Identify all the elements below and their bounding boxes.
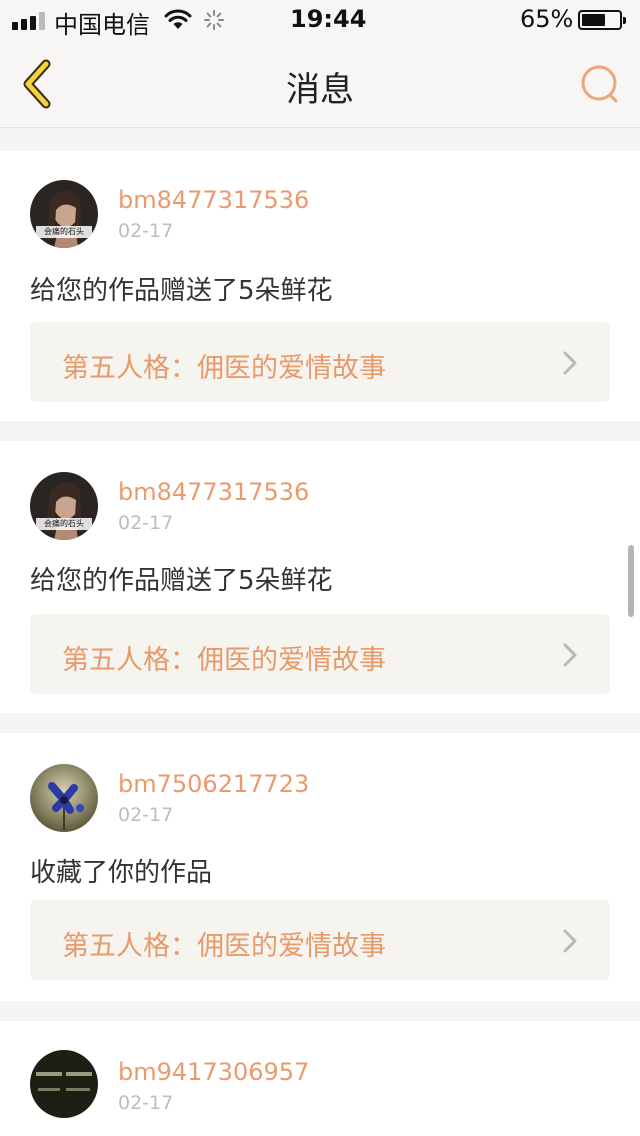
message-card: 会痛的石头 bm8477317536 02-17 给您的作品赠送了5朵鲜花 第五… (0, 441, 640, 713)
chevron-right-icon (563, 351, 577, 375)
nav-bar: 消息 (0, 40, 640, 128)
loading-spinner-icon (204, 10, 224, 30)
battery-percent: 65% (520, 5, 574, 33)
avatar[interactable]: 会痛的石头 (30, 472, 98, 540)
message-card: bm7506217723 02-17 收藏了你的作品 第五人格：佣医的爱情故事 (0, 733, 640, 1001)
wifi-icon (164, 9, 192, 29)
avatar[interactable]: 会痛的石头 (30, 180, 98, 248)
username[interactable]: bm7506217723 (118, 770, 309, 798)
message-date: 02-17 (118, 804, 174, 826)
battery-level (582, 14, 605, 26)
avatar-caption: 会痛的石头 (36, 226, 92, 238)
message-text: 给您的作品赠送了5朵鲜花 (30, 566, 333, 596)
work-title: 第五人格：佣医的爱情故事 (62, 353, 386, 384)
signal-strength-icon (12, 12, 45, 30)
message-date: 02-17 (118, 220, 174, 242)
message-date: 02-17 (118, 512, 174, 534)
work-link[interactable]: 第五人格：佣医的爱情故事 (30, 614, 610, 694)
message-date: 02-17 (118, 1092, 174, 1114)
chevron-right-icon (563, 643, 577, 667)
page-title: 消息 (286, 70, 354, 110)
work-title: 第五人格：佣医的爱情故事 (62, 931, 386, 962)
username[interactable]: bm9417306957 (118, 1058, 309, 1086)
carrier-name: 中国电信 (54, 11, 150, 39)
status-bar: 中国电信 19:44 65% (0, 0, 640, 40)
avatar[interactable] (30, 1050, 98, 1118)
message-card: bm9417306957 02-17 (0, 1021, 640, 1136)
avatar[interactable] (30, 764, 98, 832)
username[interactable]: bm8477317536 (118, 478, 309, 506)
message-text: 给您的作品赠送了5朵鲜花 (30, 276, 333, 306)
username[interactable]: bm8477317536 (118, 186, 309, 214)
work-link[interactable]: 第五人格：佣医的爱情故事 (30, 322, 610, 402)
search-button[interactable] (578, 62, 622, 106)
avatar-caption: 会痛的石头 (36, 518, 92, 530)
work-title: 第五人格：佣医的爱情故事 (62, 645, 386, 676)
clock: 19:44 (290, 5, 367, 33)
scrollbar[interactable] (628, 545, 634, 617)
chevron-right-icon (563, 929, 577, 953)
search-icon (581, 65, 618, 103)
message-text: 收藏了你的作品 (30, 858, 213, 888)
work-link[interactable]: 第五人格：佣医的爱情故事 (30, 900, 610, 980)
battery-icon (578, 10, 626, 30)
message-card: 会痛的石头 bm8477317536 02-17 给您的作品赠送了5朵鲜花 第五… (0, 151, 640, 421)
